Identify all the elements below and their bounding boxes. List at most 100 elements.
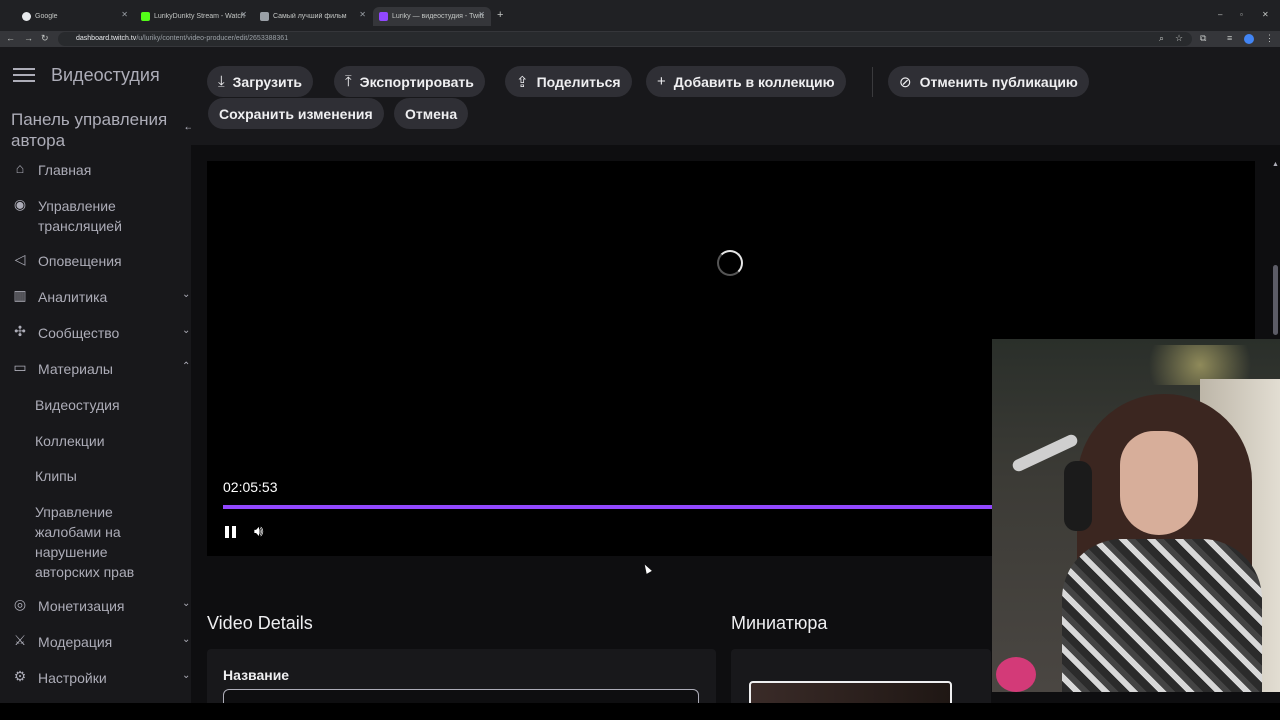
eye-off-icon: ⊘: [899, 73, 912, 91]
sidebar-subitem-copyright-claims[interactable]: Управление жалобами на нарушение авторск…: [35, 502, 155, 582]
kick-favicon-icon: [141, 12, 150, 21]
thumbnail-card: [731, 649, 991, 703]
hamburger-menu-icon[interactable]: [13, 68, 35, 82]
sidebar-item-stream-manager[interactable]: ◉ Управление трансляцией: [10, 196, 160, 236]
share-button[interactable]: ⇪ Поделиться: [505, 66, 632, 97]
close-tab-icon[interactable]: ✕: [359, 10, 366, 19]
sidebar: Видеостудия Панель управления автора ← ⌂…: [0, 47, 195, 703]
button-label: Добавить в коллекцию: [673, 73, 835, 90]
tab-title: Google: [35, 13, 58, 20]
close-window-button[interactable]: ✕: [1262, 10, 1269, 19]
chevron-down-icon: ⌄: [182, 598, 191, 609]
scrollbar-thumb[interactable]: [1273, 265, 1278, 335]
forward-arrow-icon[interactable]: →: [24, 33, 33, 43]
sidebar-item-label: Аналитика: [38, 289, 108, 305]
button-label: Отмена: [405, 105, 458, 122]
url-path: /u/luriky/content/video-producer/edit/26…: [136, 35, 289, 42]
details-card: Название: [207, 649, 716, 703]
button-label: Экспортировать: [359, 73, 474, 90]
pink-object: [996, 657, 1036, 692]
sidebar-item-label: Сообщество: [38, 325, 120, 341]
tab-title: Luriky — видеостудия - Twitch: [392, 13, 484, 20]
close-tab-icon[interactable]: ✕: [240, 10, 247, 19]
sidebar-item-analytics[interactable]: ▥ Аналитика ⌄: [10, 287, 190, 307]
megaphone-icon: ◁: [14, 251, 26, 267]
browser-tab-strip: Google ✕ LurikyDurikty Stream - Watch Li…: [0, 0, 1280, 31]
cancel-button[interactable]: Отмена: [394, 98, 469, 129]
zoom-icon[interactable]: ⌕: [1159, 33, 1164, 44]
sidebar-item-alerts[interactable]: ◁ Оповещения: [10, 251, 190, 271]
sidebar-item-label: Модерация: [38, 634, 113, 650]
profile-avatar-icon[interactable]: [1244, 34, 1254, 44]
unpublish-button[interactable]: ⊘ Отменить публикацию: [888, 66, 1089, 97]
back-arrow-icon[interactable]: ←: [6, 33, 15, 43]
bottom-black-bar: [0, 703, 1280, 720]
chart-icon: ▥: [13, 287, 27, 303]
sidebar-subitem-clips[interactable]: Клипы: [35, 466, 185, 486]
browser-tab-google[interactable]: Google ✕: [16, 7, 134, 26]
upload-icon: ⤒: [345, 73, 352, 90]
browser-tab-kick[interactable]: LurikyDurikty Stream - Watch Li ✕: [135, 7, 253, 26]
reload-icon[interactable]: ↻: [41, 33, 49, 44]
save-changes-button[interactable]: Сохранить изменения: [208, 98, 384, 129]
browser-tab-film[interactable]: Самый лучший фильм ✕: [254, 7, 372, 26]
button-label: Отменить публикацию: [919, 73, 1078, 90]
video-details-title: Video Details: [207, 613, 313, 633]
download-icon: ⤓: [218, 73, 225, 90]
chevron-down-icon: ⌄: [182, 289, 191, 300]
browser-tab-twitch[interactable]: Luriky — видеостудия - Twitch ✕: [373, 7, 491, 26]
download-button[interactable]: ⤓ Загрузить: [207, 66, 314, 97]
sidebar-item-home[interactable]: ⌂ Главная: [10, 160, 190, 180]
bookmark-star-icon[interactable]: ☆: [1175, 33, 1183, 44]
broadcast-icon: ◉: [13, 196, 27, 212]
sidebar-item-moderation[interactable]: ⚔ Модерация ⌄: [10, 632, 191, 652]
url-field[interactable]: dashboard.twitch.tv/u/luriky/content/vid…: [58, 32, 1192, 46]
sidebar-header: Видеостудия: [51, 65, 160, 85]
video-toolbar: ⤓ Загрузить ⤒ Экспортировать ⇪ Поделиться +…: [191, 47, 1280, 145]
pause-button[interactable]: [223, 524, 239, 540]
sidebar-item-settings[interactable]: ⚙ Настройки ⌄: [10, 668, 191, 688]
sword-icon: ⚔: [13, 632, 27, 648]
gear-icon: ⚙: [13, 668, 27, 684]
sidebar-item-content[interactable]: ▭ Материалы ⌃: [10, 359, 190, 379]
volume-icon[interactable]: 🔊︎: [254, 523, 263, 540]
close-tab-icon[interactable]: ✕: [478, 10, 485, 19]
name-input[interactable]: [223, 689, 699, 703]
close-tab-icon[interactable]: ✕: [121, 10, 128, 19]
button-label: Загрузить: [232, 73, 303, 90]
chevron-down-icon: ⌄: [182, 634, 191, 645]
sidebar-item-label: Монетизация: [38, 598, 125, 614]
home-icon: ⌂: [15, 160, 25, 176]
new-tab-button[interactable]: +: [497, 9, 503, 21]
scroll-up-icon[interactable]: ▲: [1272, 161, 1279, 168]
plus-icon: +: [657, 73, 666, 90]
sidebar-subitem-collections[interactable]: Коллекции: [35, 431, 185, 451]
sidebar-item-label: Управление трансляцией: [38, 198, 122, 234]
minimize-button[interactable]: –: [1218, 10, 1222, 19]
address-bar-row: ← → ↻ dashboard.twitch.tv/u/luriky/conte…: [0, 31, 1280, 47]
share-icon: ⇪: [516, 73, 529, 91]
timecode: 02:05:53: [223, 479, 278, 495]
export-button[interactable]: ⤒ Экспортировать: [334, 66, 485, 97]
button-label: Сохранить изменения: [219, 105, 373, 122]
thumbnail-title: Миниатюра: [731, 613, 828, 633]
chevron-up-icon: ⌃: [182, 361, 191, 372]
extensions-icon[interactable]: ⧉: [1200, 33, 1206, 44]
add-to-collection-button[interactable]: + Добавить в коллекцию: [646, 66, 846, 97]
maximize-button[interactable]: ▫: [1240, 10, 1243, 19]
browser-menu-icon[interactable]: ⋮: [1265, 33, 1274, 44]
microphone-icon: [1064, 461, 1092, 531]
sidebar-item-community[interactable]: ✣ Сообщество ⌄: [10, 323, 190, 343]
toolbar-divider: [872, 67, 873, 97]
reading-list-icon[interactable]: ≡: [1227, 33, 1232, 43]
sidebar-subitem-video-studio[interactable]: Видеостудия: [35, 395, 185, 415]
thumbnail-image[interactable]: [749, 681, 952, 703]
community-icon: ✣: [14, 323, 26, 339]
url-host: dashboard.twitch.tv: [76, 35, 137, 42]
google-favicon-icon: [22, 12, 31, 21]
sidebar-item-label: Материалы: [38, 361, 113, 377]
sidebar-item-monetization[interactable]: ◎ Монетизация ⌄: [10, 596, 191, 616]
chevron-down-icon: ⌄: [182, 670, 191, 681]
tab-title: Самый лучший фильм: [273, 13, 347, 20]
webcam-overlay: [992, 339, 1280, 692]
